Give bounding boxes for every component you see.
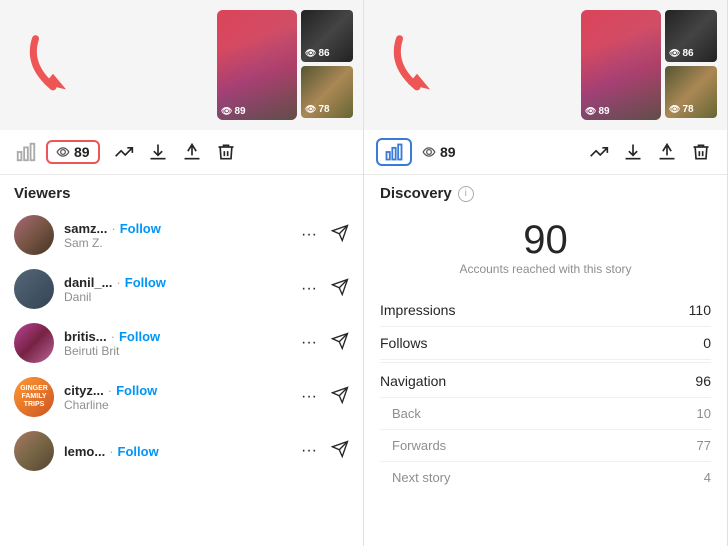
- send-icon[interactable]: [331, 386, 349, 409]
- follow-button[interactable]: Follow: [118, 444, 159, 459]
- viewer-info: danil_... · Follow Danil: [64, 275, 287, 304]
- viewer-info: britis... · Follow Beiruti Brit: [64, 329, 287, 358]
- download-icon[interactable]: [144, 138, 172, 166]
- metric-follows: Follows 0: [380, 327, 711, 360]
- discovery-title: Discovery: [380, 185, 452, 202]
- viewer-item: lemo... · Follow ···: [0, 424, 363, 478]
- thumb-small-2: 👁 78: [301, 66, 353, 118]
- viewer-handle: samz...: [64, 221, 107, 236]
- metric-back: Back 10: [380, 398, 711, 430]
- viewer-info: samz... · Follow Sam Z.: [64, 221, 287, 250]
- viewer-count-right: 89: [440, 144, 456, 160]
- small-thumbnails-right: 👁 86 👁 78: [665, 10, 717, 118]
- more-options-icon[interactable]: ···: [297, 226, 321, 244]
- chart-bar-icon[interactable]: [12, 138, 40, 166]
- next-story-value: 4: [704, 470, 711, 485]
- viewer-list: samz... · Follow Sam Z. ··· danil_... · …: [0, 208, 363, 546]
- avatar: [14, 269, 54, 309]
- share-icon[interactable]: [178, 138, 206, 166]
- thumb-small-1: 👁 86: [301, 10, 353, 62]
- discovery-section: Discovery i 90 Accounts reached with thi…: [364, 175, 727, 546]
- trending-icon[interactable]: [110, 138, 138, 166]
- avatar: GINGERFAMILYTRIPS: [14, 377, 54, 417]
- follows-label: Follows: [380, 335, 427, 351]
- viewer-handle: lemo...: [64, 444, 105, 459]
- thumb1-count: 👁 86: [305, 48, 330, 59]
- main-thumb-count-right: 👁 89: [585, 106, 610, 117]
- avatar: [14, 431, 54, 471]
- toolbar-left: 89: [0, 130, 363, 175]
- story-thumbnails-right: 👁 89 👁 86 👁 78: [581, 10, 717, 120]
- viewer-real-name: Beiruti Brit: [64, 344, 287, 358]
- download-icon-right[interactable]: [619, 138, 647, 166]
- story-preview-right: 👁 89 👁 86 👁 78: [364, 0, 727, 130]
- viewer-real-name: Charline: [64, 398, 287, 412]
- arrow-indicator: [18, 30, 88, 105]
- viewer-item: britis... · Follow Beiruti Brit ···: [0, 316, 363, 370]
- viewer-item: GINGERFAMILYTRIPS cityz... · Follow Char…: [0, 370, 363, 424]
- left-panel: 👁 89 👁 86 👁 78: [0, 0, 364, 546]
- follow-button[interactable]: Follow: [120, 221, 161, 236]
- send-icon[interactable]: [331, 332, 349, 355]
- story-preview-left: 👁 89 👁 86 👁 78: [0, 0, 363, 130]
- more-options-icon[interactable]: ···: [297, 280, 321, 298]
- avatar: [14, 215, 54, 255]
- follow-button[interactable]: Follow: [125, 275, 166, 290]
- follows-value: 0: [703, 335, 711, 351]
- send-icon[interactable]: [331, 440, 349, 463]
- impressions-label: Impressions: [380, 302, 455, 318]
- avatar: [14, 323, 54, 363]
- toolbar-right: 89: [364, 130, 727, 175]
- next-story-label: Next story: [380, 470, 451, 485]
- thumb2-count: 👁 78: [305, 104, 330, 115]
- thumb-small-r1: 👁 86: [665, 10, 717, 62]
- viewer-real-name: Sam Z.: [64, 236, 287, 250]
- forwards-value: 77: [697, 438, 711, 453]
- viewer-item: samz... · Follow Sam Z. ···: [0, 208, 363, 262]
- stats-icon-box[interactable]: [376, 138, 412, 166]
- metric-navigation: Navigation 96: [380, 365, 711, 398]
- navigation-value: 96: [695, 373, 711, 389]
- more-options-icon[interactable]: ···: [297, 334, 321, 352]
- viewer-info: lemo... · Follow: [64, 444, 287, 459]
- right-panel: 👁 89 👁 86 👁 78: [364, 0, 728, 546]
- follow-button[interactable]: Follow: [119, 329, 160, 344]
- viewer-info: cityz... · Follow Charline: [64, 383, 287, 412]
- impressions-value: 110: [689, 302, 711, 318]
- back-label: Back: [380, 406, 421, 421]
- viewer-handle: britis...: [64, 329, 107, 344]
- viewer-real-name: Danil: [64, 290, 287, 304]
- trash-icon-right[interactable]: [687, 138, 715, 166]
- share-icon-right[interactable]: [653, 138, 681, 166]
- viewer-count-box: 89: [46, 140, 100, 164]
- main-thumbnail: 👁 89: [217, 10, 297, 120]
- story-thumbnails: 👁 89 👁 86 👁 78: [217, 10, 353, 120]
- viewer-handle: danil_...: [64, 275, 112, 290]
- viewer-handle: cityz...: [64, 383, 104, 398]
- back-value: 10: [697, 406, 711, 421]
- arrow-indicator-right: [382, 30, 452, 105]
- more-options-icon[interactable]: ···: [297, 388, 321, 406]
- viewers-title: Viewers: [0, 175, 363, 208]
- viewer-item: danil_... · Follow Danil ···: [0, 262, 363, 316]
- trash-icon[interactable]: [212, 138, 240, 166]
- small-thumbnails: 👁 86 👁 78: [301, 10, 353, 118]
- follow-button[interactable]: Follow: [116, 383, 157, 398]
- send-icon[interactable]: [331, 278, 349, 301]
- info-icon[interactable]: i: [458, 186, 474, 202]
- navigation-label: Navigation: [380, 373, 446, 389]
- metric-forwards: Forwards 77: [380, 430, 711, 462]
- send-icon[interactable]: [331, 224, 349, 247]
- reach-label: Accounts reached with this story: [380, 262, 711, 276]
- more-options-icon[interactable]: ···: [297, 442, 321, 460]
- main-thumbnail-right: 👁 89: [581, 10, 661, 120]
- metric-impressions: Impressions 110: [380, 294, 711, 327]
- forwards-label: Forwards: [380, 438, 446, 453]
- viewer-count: 89: [74, 144, 90, 160]
- thumb-small-r2: 👁 78: [665, 66, 717, 118]
- trending-icon-right[interactable]: [585, 138, 613, 166]
- reach-count: 90: [380, 218, 711, 262]
- metric-next-story: Next story 4: [380, 462, 711, 493]
- main-thumb-count: 👁 89: [221, 106, 246, 117]
